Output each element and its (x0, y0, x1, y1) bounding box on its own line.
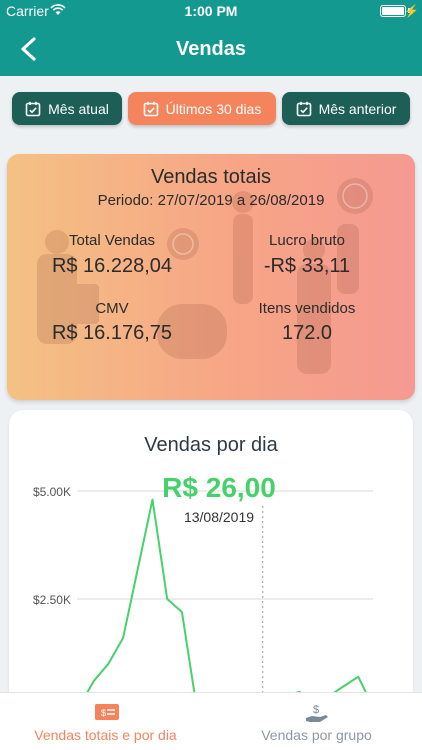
highlight-value: R$ 26,00 (162, 472, 276, 503)
total-sales-label: Total Vendas (69, 232, 155, 249)
tab-total-and-daily-sales[interactable]: $ Vendas totais e por dia (0, 693, 211, 750)
hand-money-icon: $ (306, 704, 328, 722)
filter-previous-month-button[interactable]: Mês anterior (282, 92, 410, 125)
charging-icon: ⚡ (404, 4, 419, 18)
tab-label: Vendas totais e por dia (34, 727, 177, 743)
gross-profit-label: Lucro bruto (269, 232, 345, 249)
calendar-check-icon (296, 101, 311, 116)
calendar-check-icon (25, 101, 41, 116)
items-sold-label: Itens vendidos (258, 300, 356, 317)
items-sold-value: 172.0 (281, 322, 333, 344)
filter-label: Últimos 30 dias (165, 100, 262, 117)
summary-period: Periodo: 27/07/2019 a 26/08/2019 (97, 192, 325, 209)
clock: 1:00 PM (184, 3, 238, 19)
filter-current-month-button[interactable]: Mês atual (12, 92, 122, 125)
daily-sales-chart[interactable]: $5.00K $2.50K (9, 410, 413, 710)
calendar-check-icon (143, 101, 158, 116)
sales-summary-card: Vendas totais Periodo: 27/07/2019 a 26/0… (7, 154, 415, 400)
filter-last-30-days-button[interactable]: Últimos 30 dias (128, 92, 276, 125)
cmv-label: CMV (95, 300, 129, 317)
cmv-value: R$ 16.176,75 (51, 322, 173, 344)
page-title: Vendas (175, 38, 247, 60)
money-card-icon: $ (95, 704, 119, 720)
gross-profit-value: -R$ 33,11 (263, 255, 351, 277)
y-tick-label: $2.50K (33, 593, 71, 607)
tab-bar: $ Vendas totais e por dia $ Vendas por g… (0, 692, 422, 750)
status-bar: Carrier 1:00 PM ⚡ (0, 0, 422, 22)
highlight-date: 13/08/2019 (183, 509, 255, 525)
app-header: Carrier 1:00 PM ⚡ Vendas (0, 0, 422, 76)
y-tick-label: $5.00K (33, 485, 71, 499)
summary-title: Vendas totais (150, 166, 272, 188)
tab-label: Vendas por grupo (261, 727, 372, 743)
svg-text:$: $ (101, 708, 106, 718)
sales-series (78, 498, 374, 708)
total-sales-value: R$ 16.228,04 (51, 255, 173, 277)
battery-icon (380, 5, 406, 17)
series-line (78, 498, 198, 708)
tab-sales-by-group[interactable]: $ Vendas por grupo (211, 693, 422, 750)
daily-sales-chart-card: Vendas por dia $5.00K $2.50K R$ 26,00 13… (9, 410, 413, 710)
filter-label: Mês anterior (318, 100, 397, 117)
svg-text:$: $ (313, 704, 319, 716)
filter-label: Mês atual (48, 100, 109, 117)
